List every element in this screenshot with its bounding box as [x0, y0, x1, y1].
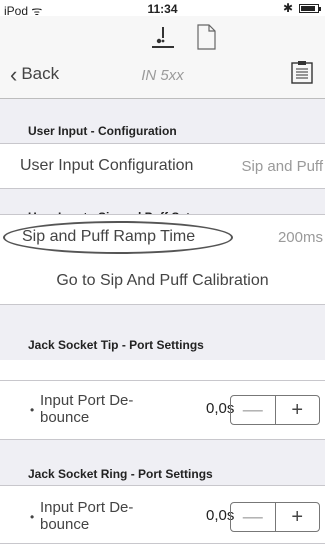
- clipboard-icon[interactable]: [291, 60, 313, 84]
- section-title: Jack Socket Tip - Port Settings: [28, 338, 204, 352]
- row-value: 200ms: [277, 229, 323, 246]
- increment-button[interactable]: +: [276, 396, 320, 424]
- document-icon[interactable]: [196, 24, 216, 50]
- highlight-oval: [3, 221, 233, 254]
- joystick-icon[interactable]: [150, 24, 176, 50]
- row-label: User Input Configuration: [20, 157, 194, 174]
- row-value: Sip and Puff: [241, 158, 323, 175]
- page-title: IN 5xx: [141, 67, 184, 84]
- section-header-configuration: User Input - Configuration: [0, 99, 325, 143]
- row-label: Input Port De- bounce: [40, 392, 134, 426]
- clock: 11:34: [147, 2, 178, 16]
- row-label: Input Port De- bounce: [40, 499, 134, 533]
- ring-debounce-row: • Input Port De- bounce 0,0s — +: [0, 485, 325, 544]
- section-title: Jack Socket Ring - Port Settings: [28, 467, 213, 481]
- section-title: User Input - Configuration: [28, 124, 177, 138]
- tip-debounce-stepper: — +: [230, 395, 320, 425]
- battery-icon: [299, 4, 321, 13]
- ring-debounce-stepper: — +: [230, 502, 320, 532]
- increment-button[interactable]: +: [276, 503, 320, 531]
- bullet: •: [30, 510, 35, 524]
- bullet: •: [30, 403, 35, 417]
- status-bar: iPod ᯤ 11:34 ✱: [0, 0, 325, 18]
- decrement-button[interactable]: —: [231, 503, 276, 531]
- bluetooth-icon: ✱: [282, 1, 293, 15]
- navigation-bar: ‹ Back IN 5xx: [0, 16, 325, 99]
- sip-puff-calibration-row[interactable]: Go to Sip And Puff Calibration: [0, 259, 325, 305]
- section-header-jack-tip: Jack Socket Tip - Port Settings: [0, 305, 325, 360]
- tip-debounce-row: • Input Port De- bounce 0,0s — +: [0, 380, 325, 440]
- decrement-button[interactable]: —: [231, 396, 276, 424]
- calibration-link: Go to Sip And Puff Calibration: [56, 272, 269, 289]
- user-input-configuration-row[interactable]: User Input Configuration Sip and Puff: [0, 143, 325, 189]
